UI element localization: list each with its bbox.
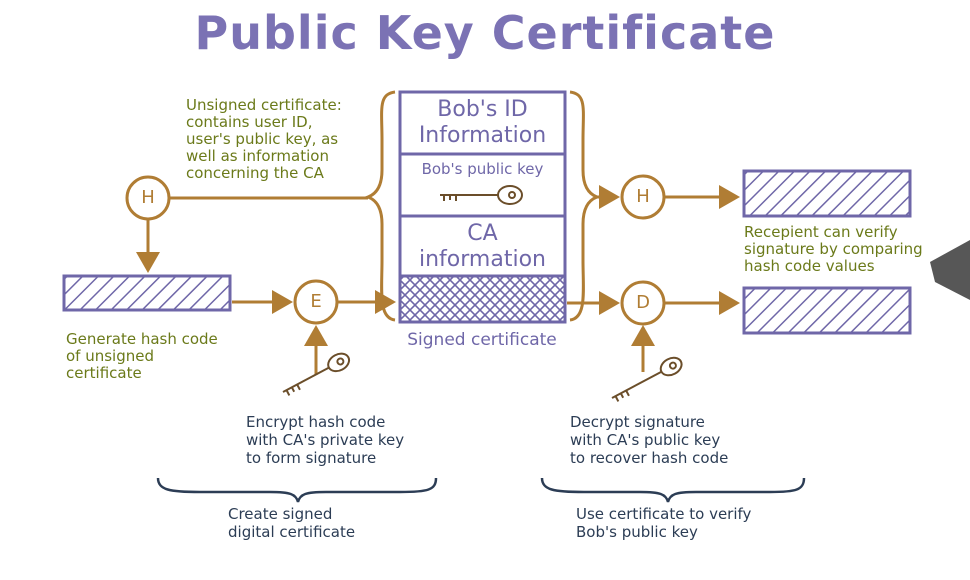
ca-info-label: CA information [419, 221, 546, 272]
diagram-canvas [62, 90, 970, 503]
verify-note: Recepient can verify signature by compar… [744, 223, 923, 275]
ca-public-key-icon [611, 356, 683, 402]
create-brace [156, 477, 438, 503]
encrypt-note: Encrypt hash code with CA's private key … [246, 413, 405, 467]
create-label: Create signed digital certificate [228, 505, 356, 541]
use-brace [540, 477, 806, 503]
bob-key-label: Bob's public key [421, 160, 544, 178]
diagram-stage: Public Key Certificate Unsigned certific… [0, 0, 970, 576]
hash-left-label: H [141, 187, 155, 208]
unsigned-note: Unsigned certificate: contains user ID, … [186, 96, 342, 182]
signature-field [398, 274, 567, 324]
decrypt-note: Decrypt signature with CA's public key t… [570, 413, 729, 467]
use-label: Use certificate to verify Bob's public k… [576, 505, 752, 541]
hash-right-label: H [636, 186, 650, 207]
bob-id-label: Bob's ID Information [418, 97, 547, 148]
encrypt-label: E [310, 291, 322, 312]
signed-label: Signed certificate [407, 330, 557, 350]
right-brace [569, 90, 602, 322]
page-title: Public Key Certificate [194, 6, 776, 60]
hash-note: Generate hash code of unsigned certifica… [66, 330, 218, 382]
recovered-hash-box [742, 286, 912, 335]
hash-code-box [62, 274, 232, 312]
decrypt-label: D [636, 292, 650, 313]
computed-hash-box [742, 169, 912, 218]
